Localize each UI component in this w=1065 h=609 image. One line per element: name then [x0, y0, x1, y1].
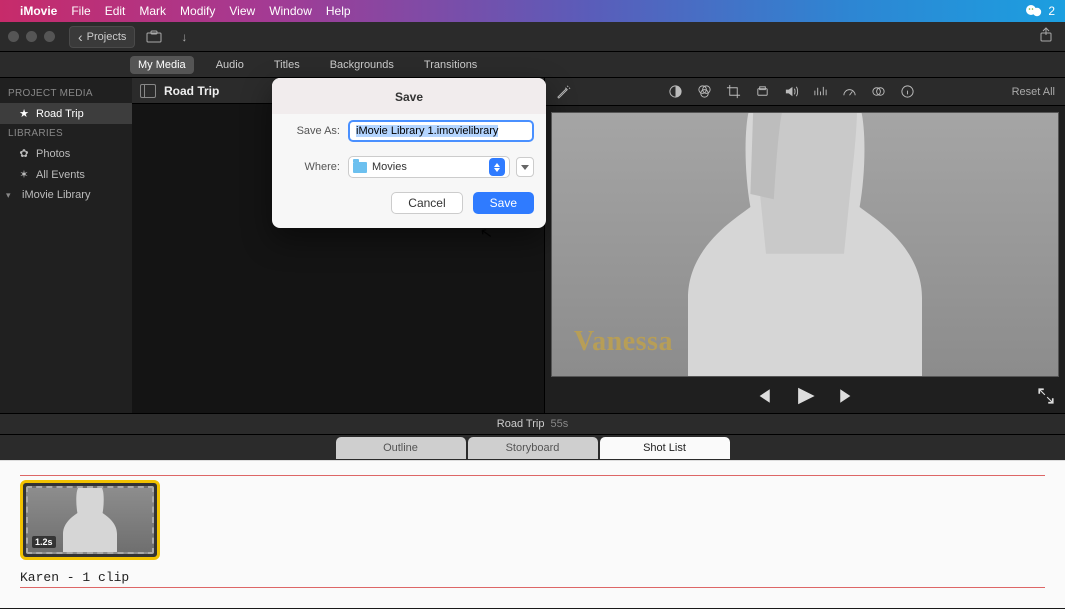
save-as-input[interactable] — [348, 120, 534, 142]
sidebar-item-label: iMovie Library — [22, 189, 90, 201]
title-overlay-text: Vanessa — [574, 326, 673, 358]
import-icon[interactable] — [143, 27, 165, 47]
color-balance-icon[interactable] — [667, 84, 683, 100]
info-icon[interactable] — [899, 84, 915, 100]
sidebar-toggle-icon[interactable] — [140, 84, 156, 98]
tab-my-media[interactable]: My Media — [130, 56, 194, 74]
clip-caption: Karen - 1 clip — [20, 570, 1045, 585]
next-frame-button[interactable] — [838, 387, 856, 410]
stabilize-icon[interactable] — [754, 84, 770, 100]
shot-list-panel: 1.2s Karen - 1 clip — [0, 460, 1065, 608]
magic-wand-icon[interactable] — [555, 84, 571, 100]
menu-mark[interactable]: Mark — [139, 4, 166, 18]
select-arrows-icon — [489, 158, 505, 176]
sidebar-item-roadtrip[interactable]: ★ Road Trip — [0, 103, 132, 124]
where-dropdown[interactable]: Movies — [348, 156, 510, 178]
window-toolbar: Projects ↓ — [0, 22, 1065, 52]
back-to-projects-button[interactable]: Projects — [69, 26, 135, 48]
menu-bar: iMovie File Edit Mark Modify View Window… — [0, 0, 1065, 22]
person-silhouette-icon — [60, 486, 120, 552]
sidebar-item-all-events[interactable]: ✶ All Events — [0, 164, 132, 185]
play-button[interactable] — [794, 385, 816, 412]
tab-storyboard[interactable]: Storyboard — [468, 437, 598, 459]
save-button[interactable]: Save — [473, 192, 534, 214]
menu-tray[interactable]: 2 — [1026, 4, 1055, 18]
sidebar-item-library[interactable]: ▾ iMovie Library — [0, 185, 132, 205]
color-correction-icon[interactable] — [696, 84, 712, 100]
preview-viewer[interactable]: Vanessa — [545, 106, 1065, 383]
clip-duration-badge: 1.2s — [32, 536, 56, 548]
where-label: Where: — [284, 161, 340, 173]
browser-title: Road Trip — [164, 84, 219, 98]
share-icon[interactable] — [1039, 27, 1053, 46]
transport-controls — [545, 383, 1065, 413]
menu-view[interactable]: View — [229, 4, 255, 18]
menu-file[interactable]: File — [71, 4, 90, 18]
tray-badge: 2 — [1048, 4, 1055, 18]
menu-modify[interactable]: Modify — [180, 4, 215, 18]
app-menu[interactable]: iMovie — [20, 4, 57, 18]
save-as-label: Save As: — [284, 125, 340, 137]
download-icon[interactable]: ↓ — [173, 27, 195, 47]
sidebar-item-photos[interactable]: ✿ Photos — [0, 143, 132, 164]
tab-audio[interactable]: Audio — [208, 56, 252, 74]
cancel-button[interactable]: Cancel — [391, 192, 462, 214]
tab-transitions[interactable]: Transitions — [416, 56, 485, 74]
window-controls[interactable] — [8, 31, 55, 42]
prev-frame-button[interactable] — [754, 387, 772, 410]
project-duration: 55s — [550, 418, 568, 430]
project-info-bar: Road Trip 55s — [0, 413, 1065, 435]
star-icon: ★ — [18, 107, 30, 120]
person-silhouette-icon — [675, 112, 935, 376]
sidebar-heading-project: PROJECT MEDIA — [0, 84, 132, 103]
tab-backgrounds[interactable]: Backgrounds — [322, 56, 402, 74]
reset-all-button[interactable]: Reset All — [1012, 86, 1055, 98]
save-dialog: Save Save As: Where: Movies — [272, 78, 546, 228]
timeline-clip[interactable]: 1.2s — [20, 480, 160, 560]
project-name: Road Trip — [497, 418, 545, 430]
sidebar-item-label: Photos — [36, 148, 70, 160]
menu-edit[interactable]: Edit — [105, 4, 126, 18]
chevron-down-icon[interactable]: ▾ — [6, 190, 16, 201]
media-browser: Road Trip All Clips 🔍 ⚙ Save Save As: Wh… — [132, 78, 545, 413]
speed-icon[interactable] — [841, 84, 857, 100]
sidebar-heading-libraries: LIBRARIES — [0, 124, 132, 143]
menu-window[interactable]: Window — [269, 4, 312, 18]
expand-dialog-button[interactable] — [516, 157, 534, 177]
sidebar-item-label: All Events — [36, 169, 85, 181]
dialog-title: Save — [272, 78, 546, 114]
star-icon: ✶ — [18, 168, 30, 181]
preview-toolbar: Reset All — [545, 78, 1065, 106]
sidebar-item-label: Road Trip — [36, 108, 84, 120]
volume-icon[interactable] — [783, 84, 799, 100]
crop-icon[interactable] — [725, 84, 741, 100]
tab-shot-list[interactable]: Shot List — [600, 437, 730, 459]
libraries-sidebar: PROJECT MEDIA ★ Road Trip LIBRARIES ✿ Ph… — [0, 78, 132, 413]
wechat-icon — [1026, 4, 1042, 18]
storyboard-tabs: Outline Storyboard Shot List — [0, 435, 1065, 461]
media-tabs: My Media Audio Titles Backgrounds Transi… — [0, 52, 1065, 78]
flower-icon: ✿ — [18, 147, 30, 160]
filter-icon[interactable] — [870, 84, 886, 100]
fullscreen-button[interactable] — [1037, 387, 1055, 410]
menu-help[interactable]: Help — [326, 4, 351, 18]
tab-outline[interactable]: Outline — [336, 437, 466, 459]
where-value: Movies — [372, 161, 407, 173]
preview-pane: Reset All Vanessa — [545, 78, 1065, 413]
noise-icon[interactable] — [812, 84, 828, 100]
folder-icon — [353, 162, 367, 173]
tab-titles[interactable]: Titles — [266, 56, 308, 74]
